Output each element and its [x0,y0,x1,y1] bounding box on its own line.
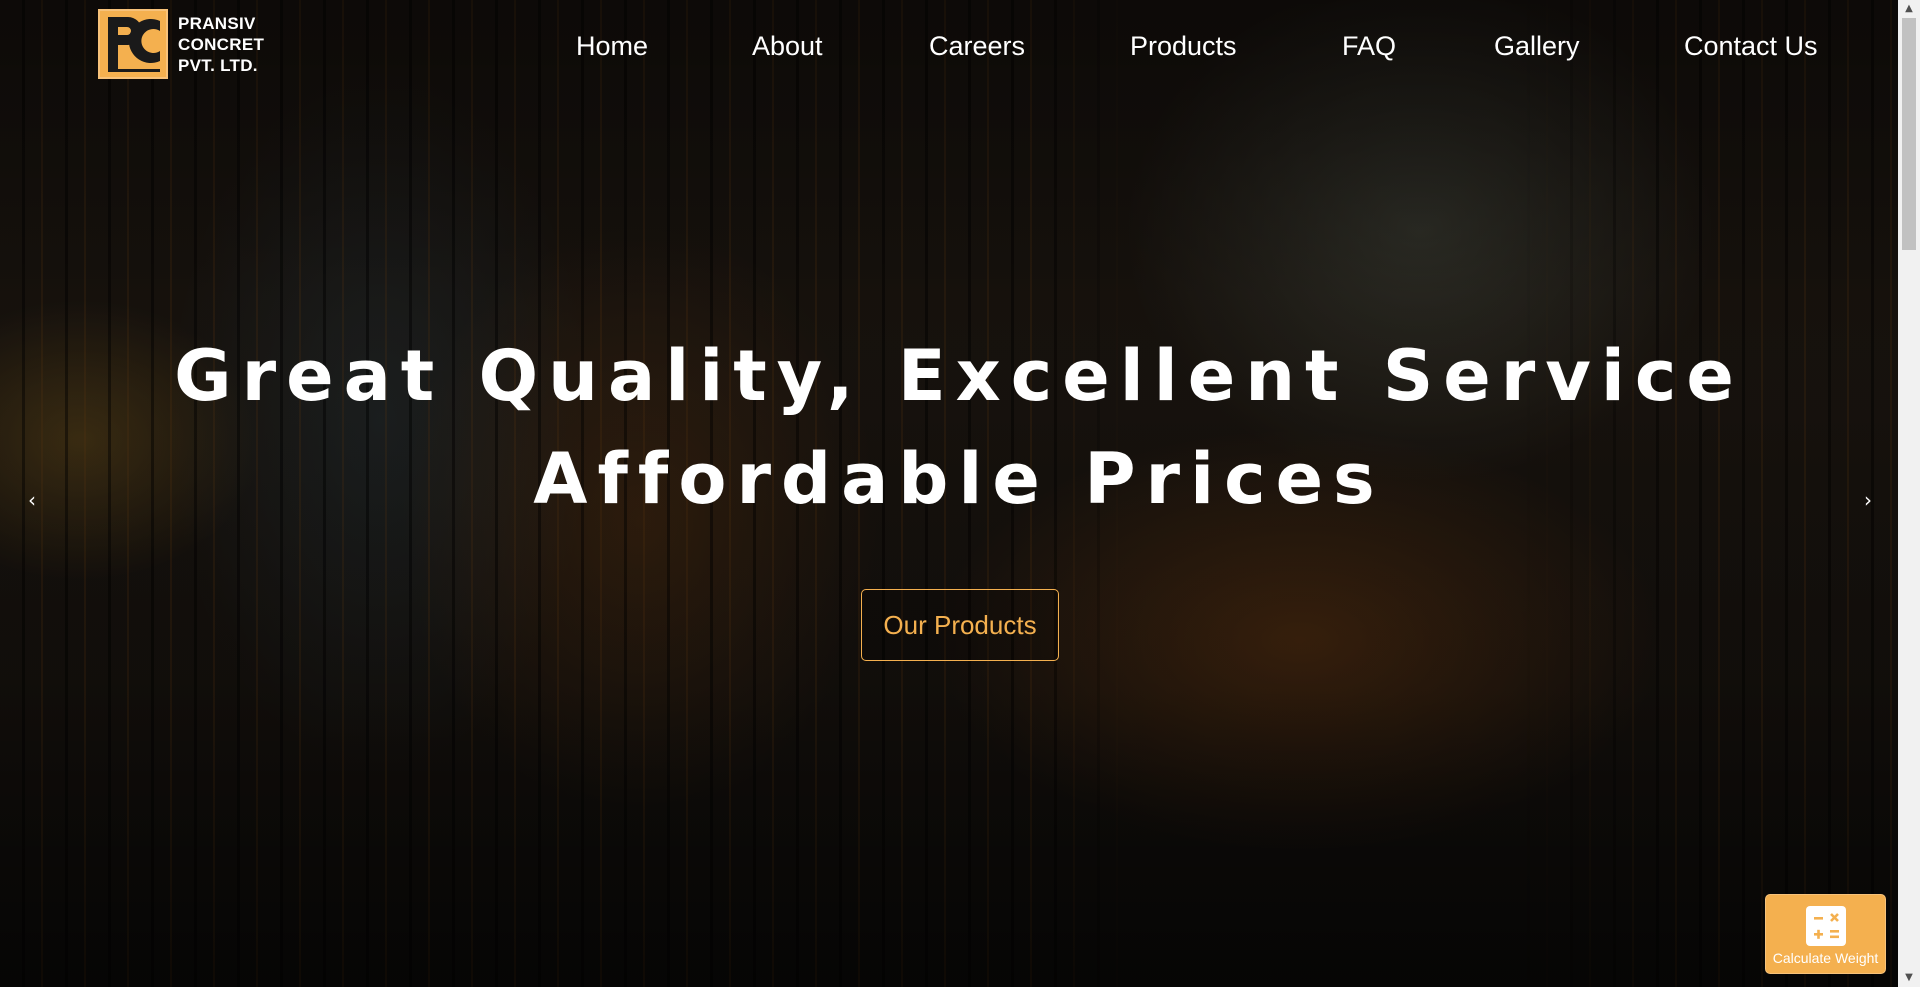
nav-gallery[interactable]: Gallery [1494,28,1580,64]
calculator-icon [1805,906,1846,946]
main-nav: Home About Careers Products FAQ Gallery … [0,28,1898,68]
calculate-weight-button[interactable]: Calculate Weight [1765,894,1886,974]
calculate-weight-label: Calculate Weight [1772,950,1879,966]
nav-faq[interactable]: FAQ [1342,28,1396,64]
hero-title: Great Quality, Excellent Service Afforda… [0,325,1898,531]
nav-careers[interactable]: Careers [929,28,1025,64]
nav-about[interactable]: About [752,28,823,64]
scroll-thumb[interactable] [1902,18,1916,250]
chevron-left-icon[interactable]: ‹ [20,488,44,512]
page-scrollbar[interactable]: ▲ ▼ [1898,0,1920,987]
hero-title-line-2: Affordable Prices [533,438,1385,520]
scroll-up-arrow-icon[interactable]: ▲ [1898,0,1920,18]
our-products-button[interactable]: Our Products [861,589,1059,661]
hero-background: PRANSIV CONCRET PVT. LTD. Home About Car… [0,0,1898,987]
nav-products[interactable]: Products [1130,28,1237,64]
scroll-down-arrow-icon[interactable]: ▼ [1898,969,1920,987]
hero-title-line-1: Great Quality, Excellent Service [174,335,1744,417]
chevron-right-icon[interactable]: › [1856,488,1880,512]
nav-contact-us[interactable]: Contact Us [1684,28,1818,64]
nav-home[interactable]: Home [576,28,648,64]
